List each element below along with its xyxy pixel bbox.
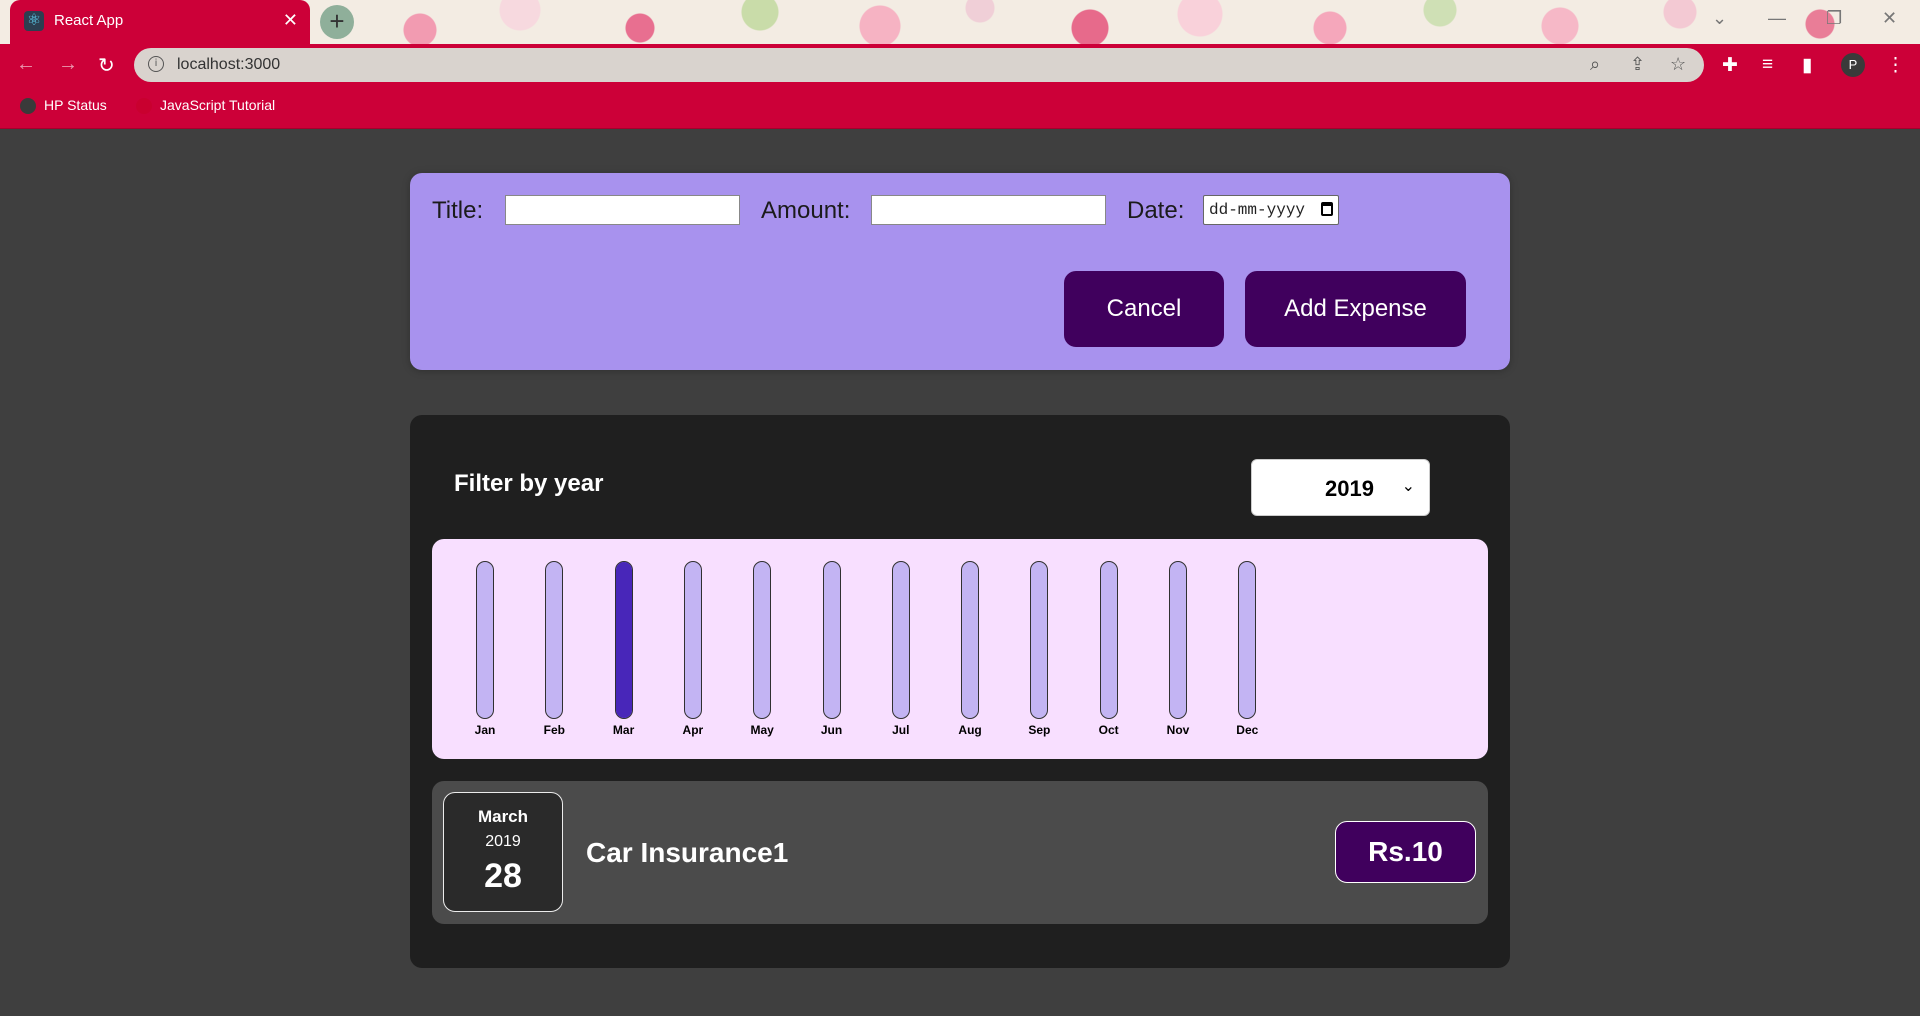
- star-icon[interactable]: ☆: [1670, 54, 1686, 75]
- chart-bar-track: [961, 561, 980, 719]
- bookmark-javascript-tutorial[interactable]: JavaScript Tutorial: [136, 97, 276, 115]
- expenses-chart: Jan Feb Mar Apr May Jun Jul Aug Sep Oct Nov Dec: [432, 539, 1488, 759]
- restore-icon[interactable]: ❐: [1826, 8, 1842, 29]
- expenses-panel: Filter by year 2019 ⌄ Jan Feb Mar Apr May Jun…: [410, 415, 1510, 968]
- expense-title: Car Insurance1: [586, 837, 789, 868]
- chart-bar-label: Feb: [543, 723, 565, 737]
- chart-bar-label: Aug: [958, 723, 982, 737]
- browser-tab-strip: ⚛ React App ✕ + ⌄ — ❐ ✕: [0, 0, 1920, 44]
- chart-bar-track: [683, 561, 702, 719]
- zoom-icon[interactable]: ⌕: [1590, 54, 1600, 75]
- bookmark-favicon-icon: [136, 98, 152, 115]
- back-arrow-icon[interactable]: ←: [16, 53, 36, 76]
- window-close-icon[interactable]: ✕: [1882, 8, 1897, 29]
- amount-label: Amount:: [761, 197, 851, 224]
- chart-bar-track: [1169, 561, 1187, 719]
- expense-item: March 2019 28 Car Insurance1 Rs.10: [432, 781, 1488, 924]
- cancel-button[interactable]: Cancel: [1064, 271, 1224, 347]
- chart-bar-label: Jan: [474, 723, 496, 737]
- chart-bar-track: [1238, 561, 1257, 719]
- chevron-down-icon: ⌄: [1401, 476, 1415, 495]
- chart-bar-label: Sep: [1028, 723, 1051, 737]
- tab-title: React App: [54, 12, 124, 29]
- chart-bar-track: [753, 561, 772, 719]
- info-icon[interactable]: i: [148, 56, 164, 72]
- expense-year: 2019: [485, 833, 521, 850]
- amount-input[interactable]: [871, 195, 1106, 225]
- chart-bar-label: Apr: [682, 723, 704, 737]
- year-select[interactable]: 2019 ⌄: [1251, 459, 1430, 516]
- chart-bar-label: Oct: [1098, 723, 1119, 737]
- title-input[interactable]: [505, 195, 740, 225]
- chart-bar-track: [545, 561, 564, 719]
- add-expense-button[interactable]: Add Expense: [1245, 271, 1466, 347]
- profile-avatar[interactable]: P: [1841, 53, 1865, 77]
- reload-icon[interactable]: ↻: [98, 53, 115, 78]
- chart-bar-label: Jul: [892, 723, 910, 737]
- chart-bar-label: Jun: [820, 723, 843, 737]
- close-icon[interactable]: ✕: [283, 10, 298, 31]
- chart-bar-label: Nov: [1166, 723, 1190, 737]
- address-bar[interactable]: i localhost:3000 ⌕ ⇪ ☆: [134, 48, 1704, 82]
- chart-bar-fill: [615, 562, 632, 718]
- date-input[interactable]: dd-mm-yyyy: [1203, 195, 1339, 225]
- new-tab-button[interactable]: +: [320, 5, 354, 39]
- bookmark-hp-status[interactable]: HP Status: [20, 97, 107, 115]
- chart-bar-track: [1099, 561, 1118, 719]
- selected-year: 2019: [1325, 476, 1374, 501]
- url-text[interactable]: localhost:3000: [177, 56, 280, 74]
- expense-amount: Rs.10: [1335, 821, 1476, 883]
- puzzle-icon[interactable]: ✚: [1722, 54, 1738, 77]
- chart-bar-track: [1030, 561, 1049, 719]
- browser-tab-active[interactable]: ⚛ React App ✕: [10, 0, 310, 44]
- title-label: Title:: [432, 197, 484, 224]
- kebab-menu-icon[interactable]: ⋮: [1886, 54, 1905, 77]
- chart-bar-label: Mar: [612, 723, 635, 737]
- globe-icon: [20, 98, 36, 115]
- expense-day: 28: [484, 857, 522, 895]
- date-label: Date:: [1127, 197, 1185, 224]
- forward-arrow-icon[interactable]: →: [58, 53, 78, 76]
- chart-bar-track: [822, 561, 841, 719]
- calendar-icon[interactable]: [1321, 202, 1333, 216]
- chart-bar-track: [476, 561, 494, 719]
- bookmark-label: JavaScript Tutorial: [160, 97, 276, 113]
- chart-bar-track: [891, 561, 910, 719]
- plus-icon: +: [329, 6, 345, 36]
- chart-bar-label: Dec: [1236, 723, 1259, 737]
- chart-bar-label: May: [750, 723, 774, 737]
- browser-toolbar: ← → ↻ i localhost:3000 ⌕ ⇪ ☆ ✚ ≡ ▮ P ⋮: [0, 44, 1920, 86]
- expense-month: March: [477, 807, 529, 826]
- react-icon: ⚛: [24, 11, 44, 31]
- bookmarks-bar: HP Status JavaScript Tutorial: [0, 86, 1920, 129]
- minimize-icon[interactable]: —: [1768, 8, 1786, 29]
- side-panel-icon[interactable]: ▮: [1802, 54, 1812, 77]
- filter-label: Filter by year: [454, 470, 604, 497]
- new-expense-form: Title: Amount: Date: dd-mm-yyyy Cancel A…: [410, 173, 1510, 370]
- chart-bar-track: [614, 561, 633, 719]
- tab-search-icon[interactable]: ⌄: [1712, 8, 1727, 29]
- bookmark-label: HP Status: [44, 97, 107, 113]
- expense-date: March 2019 28: [443, 792, 563, 912]
- playlist-icon[interactable]: ≡: [1762, 54, 1773, 76]
- share-icon[interactable]: ⇪: [1630, 54, 1645, 75]
- date-placeholder: dd-mm-yyyy: [1209, 201, 1306, 219]
